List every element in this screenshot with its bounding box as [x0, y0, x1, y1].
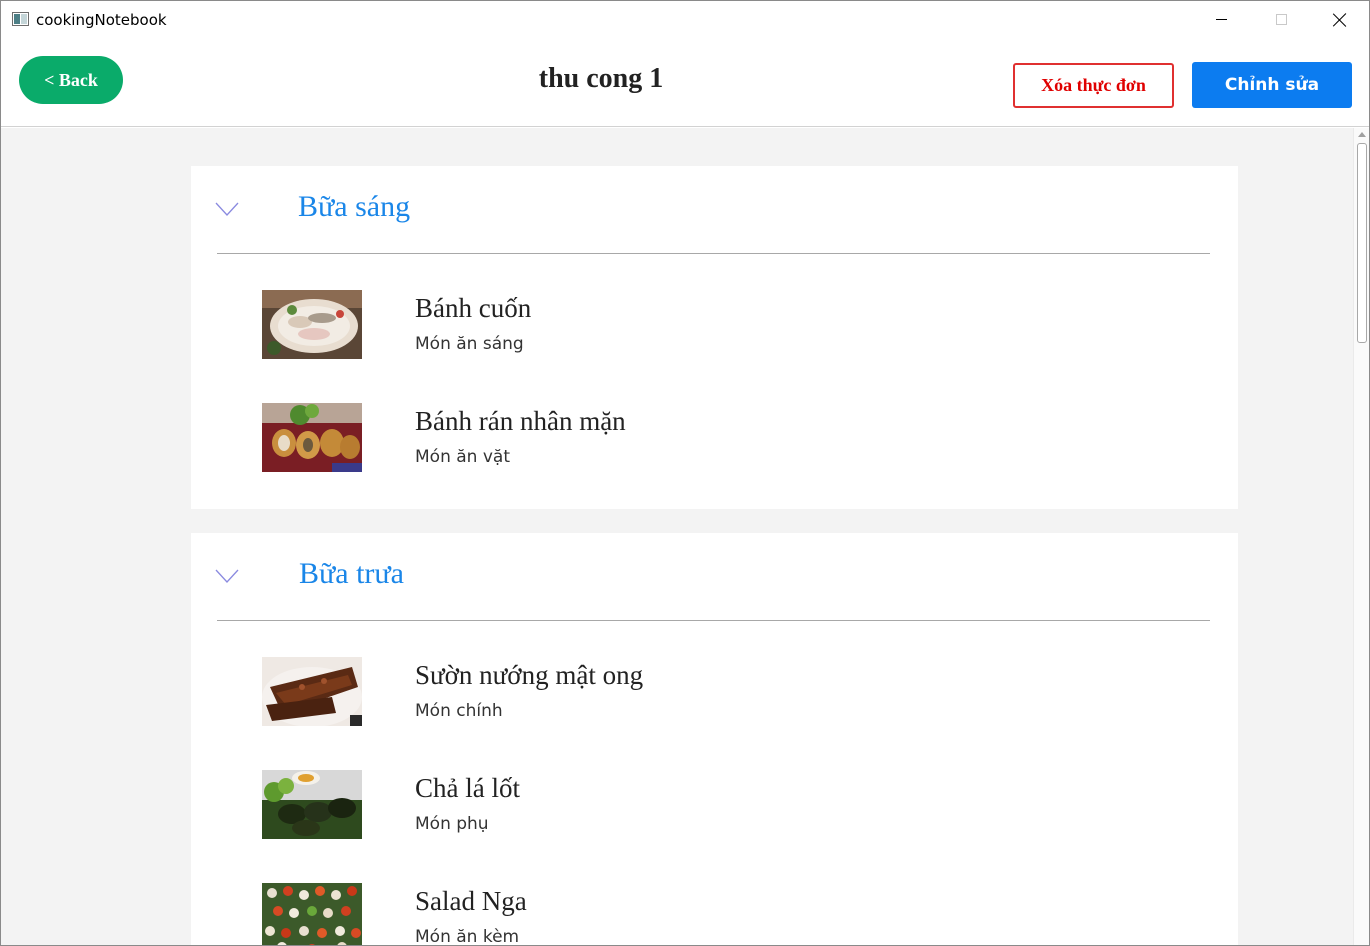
dish-name: Sườn nướng mật ong	[415, 660, 644, 690]
section-title[interactable]: Bữa sáng	[298, 190, 410, 224]
dish-type: Món phụ	[415, 814, 489, 834]
meal-section-lunch: Bữa trưa Sườn nướng mật ong Món chính Ch…	[191, 533, 1238, 946]
dish-image	[262, 403, 362, 472]
close-icon	[1333, 13, 1347, 27]
app-window: cookingNotebook < Back thu cong 1 Xóa th…	[0, 0, 1370, 946]
section-title[interactable]: Bữa trưa	[299, 557, 404, 591]
vertical-scrollbar[interactable]	[1353, 128, 1369, 945]
edit-button[interactable]: Chỉnh sửa	[1192, 62, 1352, 108]
back-button[interactable]: < Back	[19, 56, 123, 104]
page-header: < Back thu cong 1 Xóa thực đơn Chỉnh sửa	[1, 39, 1369, 127]
app-icon	[12, 12, 29, 26]
dish-image	[262, 290, 362, 359]
dish-type: Món chính	[415, 701, 503, 721]
section-divider	[217, 620, 1210, 621]
dish-type: Món ăn kèm	[415, 927, 520, 946]
window-title: cookingNotebook	[36, 11, 167, 29]
menu-content[interactable]: Bữa sáng Bánh cuốn Món ăn sáng Bánh rán …	[1, 128, 1353, 946]
dish-type: Món ăn vặt	[415, 447, 510, 467]
minimize-button[interactable]	[1191, 1, 1251, 39]
meal-section-breakfast: Bữa sáng Bánh cuốn Món ăn sáng Bánh rán …	[191, 166, 1238, 509]
close-button[interactable]	[1310, 1, 1369, 39]
dish-image	[262, 657, 362, 726]
maximize-icon	[1276, 14, 1287, 25]
title-bar: cookingNotebook	[1, 1, 1369, 39]
page-title: thu cong 1	[538, 63, 664, 94]
section-divider	[217, 253, 1210, 254]
delete-menu-button[interactable]: Xóa thực đơn	[1013, 63, 1174, 108]
scroll-up-arrow-icon[interactable]	[1358, 132, 1366, 137]
dish-type: Món ăn sáng	[415, 334, 524, 354]
dish-name: Chả lá lốt	[415, 773, 520, 803]
dish-item[interactable]: Chả lá lốt Món phụ	[262, 770, 862, 840]
scrollbar-thumb[interactable]	[1357, 143, 1367, 343]
dish-item[interactable]: Bánh rán nhân mặn Món ăn vặt	[262, 403, 862, 473]
dish-item[interactable]: Bánh cuốn Món ăn sáng	[262, 290, 862, 360]
dish-name: Salad Nga	[415, 886, 527, 916]
dish-image	[262, 770, 362, 839]
dish-image	[262, 883, 362, 945]
dish-item[interactable]: Sườn nướng mật ong Món chính	[262, 657, 862, 727]
chevron-down-icon[interactable]	[215, 569, 239, 583]
minimize-icon	[1216, 19, 1227, 20]
dish-name: Bánh rán nhân mặn	[415, 406, 626, 436]
maximize-button[interactable]	[1251, 1, 1311, 39]
dish-item[interactable]: Salad Nga Món ăn kèm	[262, 883, 862, 946]
dish-name: Bánh cuốn	[415, 293, 532, 323]
chevron-down-icon[interactable]	[215, 202, 239, 216]
